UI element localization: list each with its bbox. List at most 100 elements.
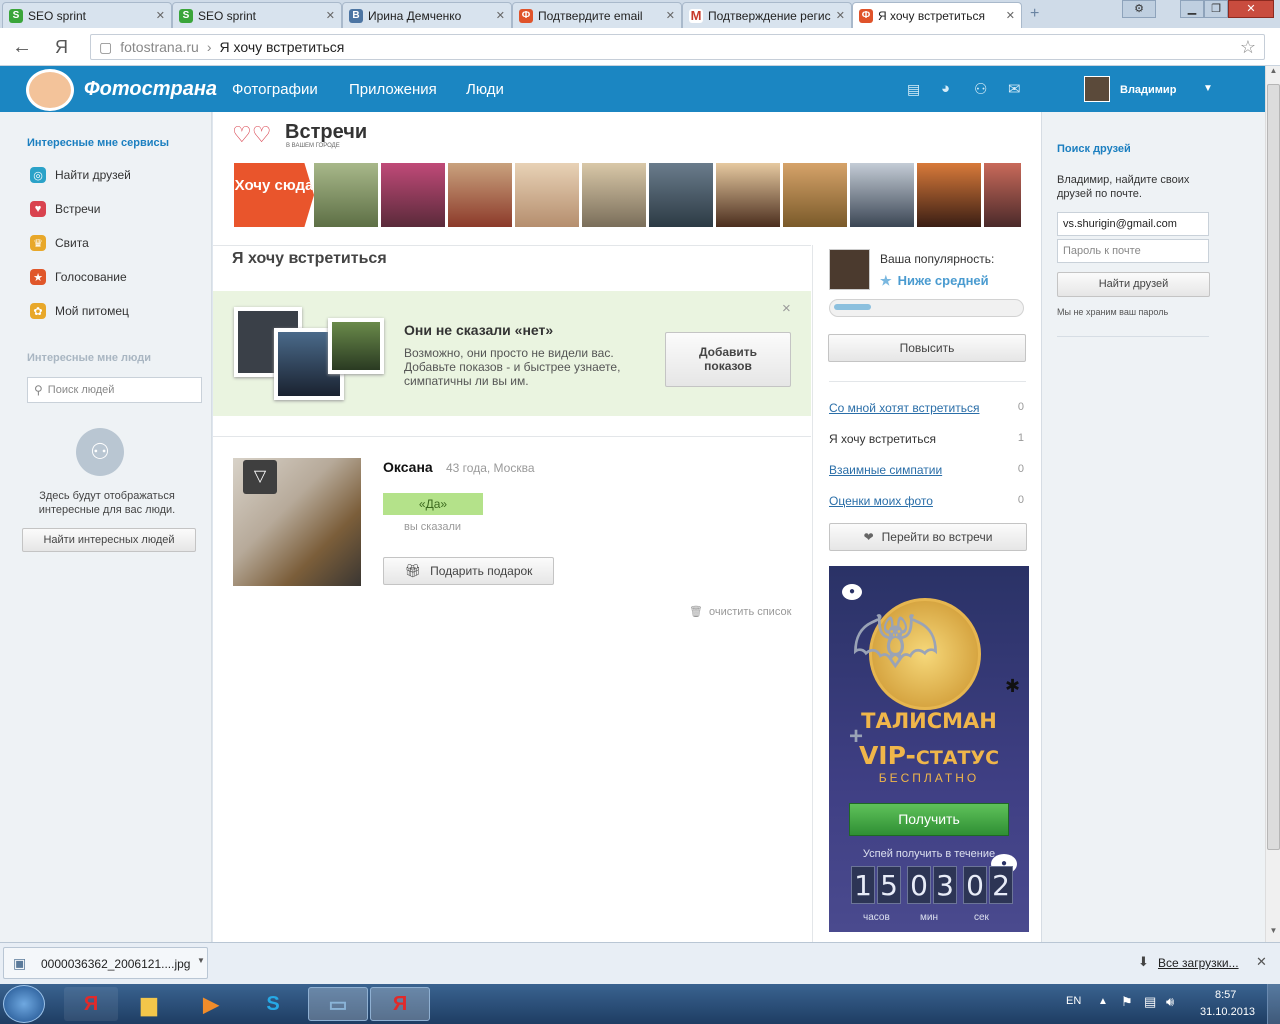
close-icon[interactable]: ✕ xyxy=(496,9,505,22)
sidebar-item-svita[interactable]: ♛ Свита xyxy=(30,235,89,251)
close-icon[interactable]: ✕ xyxy=(326,9,335,22)
tab-seo-sprint-2[interactable]: S SEO sprint ✕ xyxy=(172,2,342,28)
scroll-up-arrow-icon[interactable]: ▲ xyxy=(1267,66,1280,82)
stat-label[interactable]: Оценки моих фото xyxy=(829,494,933,508)
window-close-button[interactable]: ✕ xyxy=(1228,0,1274,18)
yandex-browser-taskbar-icon[interactable]: Я xyxy=(64,987,118,1021)
scroll-thumb[interactable] xyxy=(1267,84,1280,850)
tab-seo-sprint-1[interactable]: S SEO sprint ✕ xyxy=(2,2,172,28)
new-tab-icon[interactable]: + xyxy=(1030,6,1048,22)
strip-photo[interactable] xyxy=(783,163,847,227)
news-feed-icon[interactable]: ▤ xyxy=(907,81,920,98)
minimize-button[interactable]: ▁ xyxy=(1180,0,1204,18)
strip-photo[interactable] xyxy=(448,163,512,227)
url-field[interactable]: ▢ fotostrana.ru › Я хочу встретиться ☆ xyxy=(90,34,1265,60)
give-gift-label: Подарить подарок xyxy=(430,564,533,578)
clock-date[interactable]: 31.10.2013 xyxy=(1200,1006,1255,1018)
go-to-meetings-button[interactable]: ❤ Перейти во встречи xyxy=(829,523,1027,551)
password-field[interactable]: Пароль к почте xyxy=(1057,239,1209,263)
clear-list-link[interactable]: 🗑︎ очистить список xyxy=(689,605,791,619)
close-icon[interactable]: × xyxy=(782,300,791,317)
strip-photo[interactable] xyxy=(716,163,780,227)
language-indicator[interactable]: EN xyxy=(1066,995,1081,1007)
divider xyxy=(812,245,813,942)
close-icon[interactable]: ✕ xyxy=(1006,9,1015,22)
raise-popularity-button[interactable]: Повысить xyxy=(828,334,1026,362)
person-photo[interactable]: ▽ xyxy=(233,458,361,586)
stat-label[interactable]: Взаимные симпатии xyxy=(829,463,942,477)
skype-icon[interactable]: S xyxy=(246,987,300,1021)
show-desktop-button[interactable] xyxy=(1267,984,1280,1024)
close-icon[interactable]: ✕ xyxy=(666,9,675,22)
find-friends-button[interactable]: Найти друзей xyxy=(1057,272,1210,297)
vip-ad-banner[interactable]: ● 🦇︎ ✱ ТАЛИСМАН + VIP-СТАТУС БЕСПЛАТНО П… xyxy=(829,566,1029,932)
media-player-icon[interactable]: ▶ xyxy=(184,987,238,1021)
strip-photo[interactable] xyxy=(649,163,713,227)
person-name[interactable]: Оксана xyxy=(383,459,433,475)
tab-vk[interactable]: B Ирина Демченко ✕ xyxy=(342,2,512,28)
nav-apps[interactable]: Приложения xyxy=(349,81,437,98)
strip-photo[interactable] xyxy=(314,163,378,227)
close-icon[interactable]: ✕ xyxy=(1256,954,1267,970)
scroll-down-arrow-icon[interactable]: ▼ xyxy=(1267,926,1280,942)
sidebar-item-pet[interactable]: ✿ Мой питомец xyxy=(30,303,129,319)
strip-photo[interactable] xyxy=(984,163,1021,227)
clock-time[interactable]: 8:57 xyxy=(1215,989,1236,1001)
add-impressions-button[interactable]: Добавить показов xyxy=(665,332,791,387)
url-domain: fotostrana.ru xyxy=(120,39,199,55)
chevron-down-icon[interactable]: ▼ xyxy=(1203,83,1213,94)
stat-label[interactable]: Со мной хотят встретиться xyxy=(829,401,980,415)
volume-icon[interactable]: 🔊︎ xyxy=(1166,994,1174,1010)
network-icon[interactable]: ▤ xyxy=(1144,994,1156,1010)
sidebar-item-meetings[interactable]: ♥ Встречи xyxy=(30,201,100,217)
give-gift-button[interactable]: 🎁︎ Подарить подарок xyxy=(383,557,554,585)
stat-row-want-meet-me[interactable]: Со мной хотят встретиться 0 xyxy=(829,401,1024,415)
close-icon[interactable]: ✕ xyxy=(836,9,845,22)
notepad-taskbar-icon[interactable]: ▭ xyxy=(308,987,368,1021)
find-interesting-people-button[interactable]: Найти интересных людей xyxy=(22,528,196,552)
sidebar-item-vote[interactable]: ★ Голосование xyxy=(30,269,127,285)
stat-row-mutual[interactable]: Взаимные симпатии 0 xyxy=(829,463,1024,477)
site-logo[interactable]: Фотострана xyxy=(84,78,217,101)
all-downloads-link[interactable]: Все загрузки... xyxy=(1158,956,1239,970)
nav-photos[interactable]: Фотографии xyxy=(232,81,318,98)
tab-confirm-email[interactable]: Ф Подтвердите email ✕ xyxy=(512,2,682,28)
find-friends-text: Владимир, найдите своих друзей по почте. xyxy=(1057,174,1190,200)
settings-gear-icon[interactable]: ⚙ xyxy=(1122,0,1156,18)
page-scrollbar[interactable]: ▲ ▼ xyxy=(1265,66,1280,942)
page-icon: ▢ xyxy=(99,38,113,55)
bookmark-star-icon[interactable]: ☆ xyxy=(1240,37,1256,58)
strip-photo[interactable] xyxy=(515,163,579,227)
close-icon[interactable]: ✕ xyxy=(156,9,165,22)
explorer-folder-icon[interactable]: ▆ xyxy=(122,987,176,1021)
nav-people[interactable]: Люди xyxy=(466,81,504,98)
want-here-button[interactable]: Хочу сюда xyxy=(234,163,314,227)
people-search-input[interactable]: ⚲ Поиск людей xyxy=(27,377,202,403)
tab-gmail[interactable]: M Подтверждение регис ✕ xyxy=(682,2,852,28)
back-arrow-icon[interactable]: ← xyxy=(12,36,32,59)
maximize-button[interactable]: ❐ xyxy=(1204,0,1228,18)
sidebar-item-find-friends[interactable]: ◎ Найти друзей xyxy=(30,167,131,183)
start-button[interactable] xyxy=(3,985,45,1023)
yandex-browser-active-icon[interactable]: Я xyxy=(370,987,430,1021)
strip-photo[interactable] xyxy=(850,163,914,227)
messages-icon[interactable]: ✉ xyxy=(1008,80,1021,98)
strip-photo[interactable] xyxy=(582,163,646,227)
chevron-down-icon[interactable]: ▼ xyxy=(197,956,205,965)
yandex-icon[interactable]: Я xyxy=(55,37,68,58)
fotostrana-mascot-logo[interactable] xyxy=(26,69,74,111)
tray-expand-icon[interactable]: ▲ xyxy=(1098,996,1108,1007)
get-vip-button[interactable]: Получить xyxy=(849,803,1009,836)
strip-photo[interactable] xyxy=(381,163,445,227)
friends-icon[interactable]: ⚇ xyxy=(974,80,987,98)
username[interactable]: Владимир xyxy=(1120,84,1176,96)
user-avatar[interactable] xyxy=(1084,76,1110,102)
email-field[interactable]: vs.shurigin@gmail.com xyxy=(1057,212,1209,236)
tab-meetings-active[interactable]: Ф Я хочу встретиться ✕ xyxy=(852,2,1022,28)
download-item[interactable]: ▣ 0000036362_2006121....jpg ▼ xyxy=(3,947,208,979)
strip-photo[interactable] xyxy=(917,163,981,227)
activity-icon[interactable]: ◕ xyxy=(941,80,950,97)
action-center-flag-icon[interactable]: ⚑ xyxy=(1121,994,1133,1010)
stat-row-photo-ratings[interactable]: Оценки моих фото 0 xyxy=(829,494,1024,508)
promo-text: Возможно, они просто не видели вас. Доба… xyxy=(404,346,621,388)
